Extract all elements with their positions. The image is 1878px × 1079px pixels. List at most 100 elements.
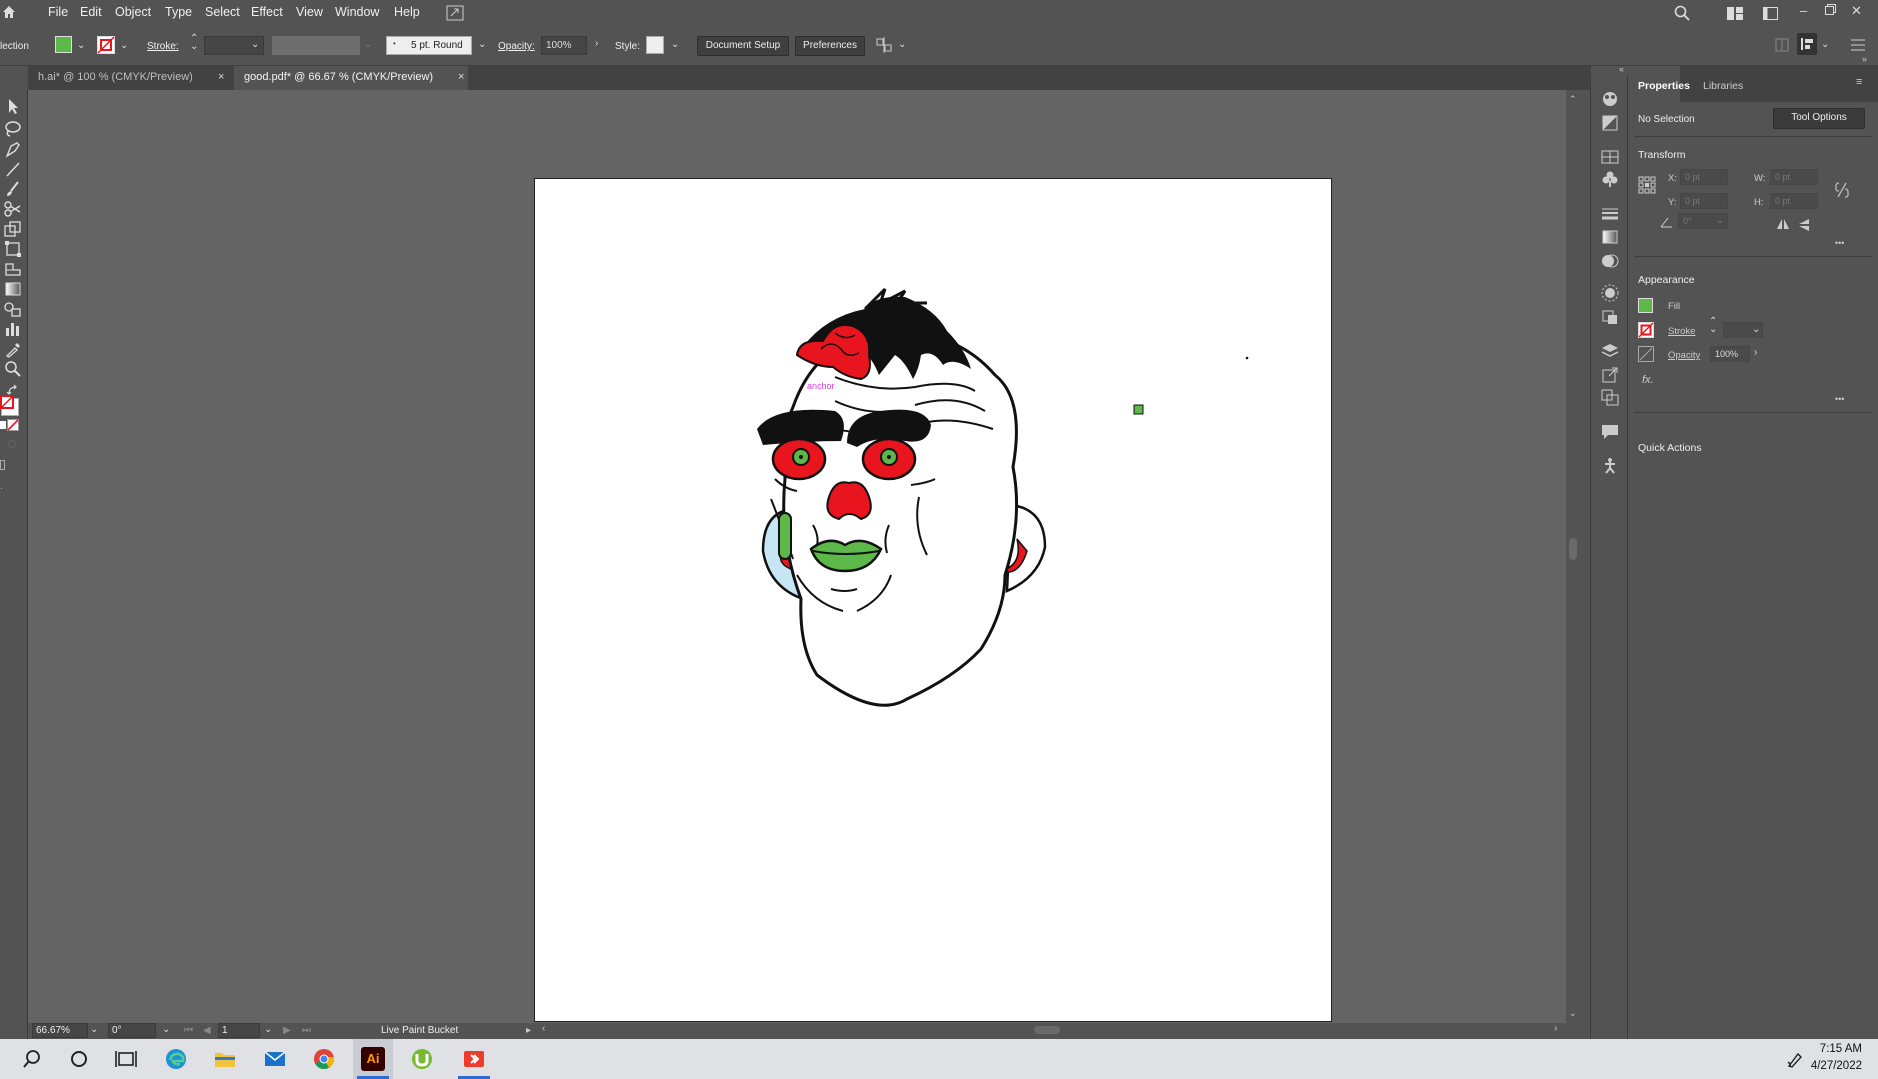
align-icon[interactable] <box>876 37 893 53</box>
stray-point[interactable] <box>1245 356 1249 360</box>
color-guide-icon[interactable] <box>1600 114 1620 132</box>
style-dropdown-icon[interactable]: ⌄ <box>671 39 679 50</box>
grid-toggle-icon[interactable] <box>1775 38 1789 52</box>
gradient-tool-icon[interactable] <box>3 280 23 298</box>
utorrent-icon[interactable] <box>410 1047 434 1071</box>
stroke-color-box[interactable] <box>0 395 14 409</box>
artboard-number-field[interactable]: 1 <box>218 1023 260 1038</box>
brush-definition[interactable]: 5 pt. Round <box>386 36 472 55</box>
collapse-panels-icon[interactable]: « <box>1619 64 1624 74</box>
color-panel-icon[interactable] <box>1600 90 1620 108</box>
stroke-panel-icon[interactable] <box>1600 204 1620 222</box>
rotation-dropdown-icon[interactable]: ⌄ <box>162 1024 170 1035</box>
home-icon[interactable] <box>2 5 16 19</box>
pen-tool-icon[interactable] <box>3 140 23 158</box>
stroke-weight-stepper[interactable]: ⌃ ⌄ <box>190 34 198 52</box>
none-mode-icon[interactable] <box>7 419 19 431</box>
menu-view[interactable]: View <box>296 5 323 19</box>
lasso-tool-icon[interactable] <box>3 120 23 138</box>
green-square-object[interactable] <box>1133 404 1144 415</box>
menu-help[interactable]: Help <box>394 5 420 19</box>
zoom-dropdown-icon[interactable]: ⌄ <box>90 1024 98 1035</box>
scroll-left-icon[interactable]: ‹ <box>542 1023 545 1034</box>
appearance-panel-icon[interactable] <box>1600 284 1620 302</box>
flip-horizontal-icon[interactable] <box>1776 218 1790 230</box>
clock-time[interactable]: 7:15 AM <box>1820 1043 1862 1055</box>
zombie-head-artwork[interactable]: anchor <box>535 179 1333 1023</box>
stroke-weight-dropdown-icon[interactable]: ⌄ <box>251 39 259 50</box>
menu-file[interactable]: File <box>48 5 68 19</box>
free-transform-tool-icon[interactable] <box>3 240 23 258</box>
appearance-opacity-field[interactable]: 100% <box>1710 346 1750 362</box>
arrange-documents-icon[interactable] <box>1763 7 1778 20</box>
comments-icon[interactable] <box>1600 422 1620 440</box>
fill-swatch[interactable] <box>55 36 72 53</box>
menu-object[interactable]: Object <box>115 5 151 19</box>
menu-effect[interactable]: Effect <box>251 5 283 19</box>
last-artboard-icon[interactable]: ⏭ <box>302 1025 311 1036</box>
search-taskbar-icon[interactable] <box>20 1047 44 1071</box>
tool-options-button[interactable]: Tool Options <box>1773 108 1865 129</box>
artboard[interactable]: anchor <box>534 178 1332 1022</box>
horizontal-scrollbar[interactable]: ‹ › <box>538 1023 1566 1037</box>
menu-window[interactable]: Window <box>335 5 379 19</box>
search-icon[interactable] <box>1674 5 1690 21</box>
line-tool-icon[interactable] <box>3 160 23 178</box>
scale-tool-icon[interactable] <box>3 220 23 238</box>
scroll-up-icon[interactable]: ⌃ <box>1569 94 1577 105</box>
fill-dropdown-icon[interactable]: ⌄ <box>77 40 85 51</box>
pen-tray-icon[interactable] <box>1786 1050 1804 1068</box>
cortana-icon[interactable] <box>67 1047 91 1071</box>
panel-layout-dropdown-icon[interactable]: ⌄ <box>1821 39 1829 50</box>
h-field[interactable]: 0 pt <box>1770 193 1818 209</box>
clock-date[interactable]: 4/27/2022 <box>1811 1060 1862 1072</box>
opacity-label[interactable]: Opacity: <box>498 41 535 52</box>
workspace-icon[interactable] <box>1727 7 1743 20</box>
x-field[interactable]: 0 pt <box>1680 169 1728 185</box>
gradient-panel-icon[interactable] <box>1600 228 1620 246</box>
close-tab-good-pdf-icon[interactable]: × <box>458 71 464 83</box>
next-artboard-icon[interactable]: ▶ <box>283 1025 291 1036</box>
appearance-opacity-link[interactable]: Opacity <box>1668 350 1700 361</box>
rotate-dropdown-icon[interactable]: ⌄ <box>1716 215 1724 226</box>
align-dropdown-icon[interactable]: ⌄ <box>898 39 906 50</box>
previous-artboard-icon[interactable]: ◀ <box>203 1025 211 1036</box>
stroke-swatch[interactable] <box>97 36 115 54</box>
menu-select[interactable]: Select <box>205 5 240 19</box>
appearance-stroke-swatch[interactable] <box>1638 322 1654 338</box>
variable-width-profile[interactable] <box>272 36 360 55</box>
blend-tool-icon[interactable] <box>3 300 23 318</box>
panel-menu-icon[interactable] <box>1851 39 1865 51</box>
constrain-proportions-icon[interactable] <box>1835 182 1849 198</box>
tab-good-pdf[interactable]: good.pdf* @ 66.67 % (CMYK/Preview) <box>234 66 468 90</box>
panel-expand-icon[interactable]: » <box>1862 54 1867 64</box>
w-field[interactable]: 0 pt <box>1770 169 1818 185</box>
edge-icon[interactable] <box>164 1047 188 1071</box>
appearance-stroke-dropdown-icon[interactable]: ⌄ <box>1752 324 1760 335</box>
eyedropper-tool-icon[interactable] <box>3 340 23 358</box>
document-setup-button[interactable]: Document Setup <box>697 36 789 56</box>
swatches-icon[interactable] <box>1600 148 1620 166</box>
artboard-dropdown-icon[interactable]: ⌄ <box>264 1024 272 1035</box>
layers-icon[interactable] <box>1600 342 1620 360</box>
task-view-icon[interactable] <box>114 1047 138 1071</box>
share-arrange-icon[interactable] <box>446 5 464 21</box>
file-explorer-icon[interactable] <box>213 1047 237 1071</box>
graphic-style-swatch[interactable] <box>646 36 664 54</box>
opacity-arrow-icon[interactable]: › <box>595 38 598 49</box>
artboards-icon[interactable] <box>1600 388 1620 406</box>
status-menu-icon[interactable]: ▸ <box>526 1025 531 1036</box>
graphic-styles-icon[interactable] <box>1600 308 1620 326</box>
app-red-taskbar-button[interactable] <box>454 1039 494 1079</box>
zoom-tool-icon[interactable] <box>3 360 23 378</box>
first-artboard-icon[interactable]: ⏮ <box>184 1025 193 1036</box>
brush-dropdown-icon[interactable]: ⌄ <box>478 39 486 50</box>
minimize-icon[interactable]: – <box>1800 3 1807 18</box>
illustrator-taskbar-button[interactable]: Ai <box>353 1039 393 1079</box>
export-icon[interactable] <box>1600 366 1620 384</box>
draw-mode-icon[interactable] <box>8 440 16 448</box>
tab-h-ai[interactable]: h.ai* @ 100 % (CMYK/Preview) <box>28 66 232 90</box>
restore-icon[interactable] <box>1825 4 1836 15</box>
scroll-down-icon[interactable]: ⌄ <box>1569 1008 1577 1019</box>
selection-tool-icon[interactable] <box>3 97 23 115</box>
